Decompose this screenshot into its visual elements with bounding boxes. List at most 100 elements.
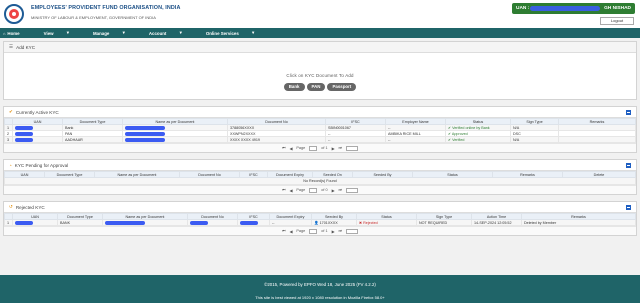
employer-cell: -- xyxy=(385,136,446,143)
next-page-icon[interactable]: ▶ xyxy=(332,146,335,151)
ifsc-cell xyxy=(237,219,270,226)
collapse-icon[interactable] xyxy=(626,205,631,210)
nav-home-label: Home xyxy=(7,30,20,36)
nav-view-label: View xyxy=(43,30,54,36)
nav-view[interactable]: View ▾ xyxy=(44,30,81,36)
redaction-mask xyxy=(125,131,165,136)
page-label: Page xyxy=(296,146,306,150)
add-pan-button[interactable]: PAN xyxy=(306,83,326,91)
nav-online-services[interactable]: Online Services ▾ xyxy=(206,30,266,36)
add-kyc-instruction: Click on KYC Document To Add xyxy=(286,73,354,78)
redaction-mask xyxy=(15,137,33,142)
table-row: 3 AADHAAR XXXX XXXX 4919 -- -- ✔ Verifie… xyxy=(4,136,636,143)
ministry-subtitle: MINISTRY OF LABOUR & EMPLOYMENT, GOVERNM… xyxy=(31,15,156,20)
page-size-select[interactable] xyxy=(345,228,358,234)
active-kyc-table: UAN Document Type Name as per Document D… xyxy=(4,118,636,143)
nav-home[interactable]: ⌂ Home xyxy=(3,31,32,36)
sign-type-cell: N/A xyxy=(510,136,559,143)
logout-button[interactable]: Logout xyxy=(600,17,634,25)
add-kyc-title: Add KYC xyxy=(16,44,36,50)
clock-icon: ◔ xyxy=(9,162,12,168)
prev-page-icon[interactable]: ◀ xyxy=(289,188,292,193)
last-page-icon[interactable]: ⏭ xyxy=(339,229,342,233)
pending-kyc-pager: ⏮ ◀ Page of 0 ▶ ⏭ xyxy=(4,185,636,194)
remarks-cell: Deleted by Member xyxy=(521,219,636,226)
sign-type-cell: NOT REQUIRED xyxy=(416,219,472,226)
status-text: Approved xyxy=(451,131,468,136)
page-size-select[interactable] xyxy=(345,145,358,151)
rejected-kyc-title: Rejected KYC xyxy=(15,204,45,210)
pending-kyc-title: KYC Pending for Approval xyxy=(14,162,69,168)
redaction-mask xyxy=(240,220,258,225)
name-cell xyxy=(102,219,188,226)
add-kyc-header: ☰ Add KYC xyxy=(4,42,636,53)
status-cell: ✖ Rejected xyxy=(356,219,417,226)
next-page-icon[interactable]: ▶ xyxy=(332,188,335,193)
prev-page-icon[interactable]: ◀ xyxy=(289,229,292,234)
prev-page-icon[interactable]: ◀ xyxy=(289,146,292,151)
seeded-by-cell: 👤 1701XXXX xyxy=(311,219,357,226)
active-kyc-header: ✔ Currently Active KYC xyxy=(4,107,636,118)
next-page-icon[interactable]: ▶ xyxy=(332,229,335,234)
nav-account-label: Account xyxy=(148,30,167,36)
member-name: GH NISHAD xyxy=(604,6,631,11)
active-kyc-pager: ⏮ ◀ Page of 1 ▶ ⏭ xyxy=(4,143,636,152)
caret-down-icon: ▾ xyxy=(66,30,70,35)
row-index: 1 xyxy=(4,219,13,226)
footer-copyright: ©2015, Powered by EPFO Wed 18, June 2025… xyxy=(264,282,376,287)
add-passport-button[interactable]: Passport xyxy=(327,83,357,91)
add-kyc-panel: ☰ Add KYC Click on KYC Document To Add B… xyxy=(3,41,637,100)
redaction-mask xyxy=(190,220,208,225)
rejected-kyc-header: ↺ Rejected KYC xyxy=(4,202,636,213)
redaction-mask xyxy=(530,6,600,11)
pending-kyc-panel: ◔ KYC Pending for Approval UAN Document … xyxy=(3,159,637,195)
page-input[interactable] xyxy=(309,145,318,151)
no-records-text: No Record(s) Found xyxy=(4,177,636,185)
page-size-select[interactable] xyxy=(345,187,358,193)
add-bank-button[interactable]: Bank xyxy=(283,83,305,91)
first-page-icon[interactable]: ⏮ xyxy=(282,188,285,192)
page-input[interactable] xyxy=(309,228,318,234)
add-kyc-body: Click on KYC Document To Add Bank PAN Pa… xyxy=(4,53,636,99)
list-icon: ☰ xyxy=(9,44,14,49)
org-title: EMPLOYEES' PROVIDENT FUND ORGANISATION, … xyxy=(31,5,181,11)
table-row: 1 BANK -- 👤 1701XXXX ✖ Rejected NOT REQU… xyxy=(4,219,636,226)
status-cell: ✔ Verified xyxy=(445,136,511,143)
footer-browser-note: This site is best viewed at 1920 x 1080 … xyxy=(255,295,385,300)
uan-label: UAN : xyxy=(516,6,530,11)
status-text: Verified xyxy=(452,137,465,142)
redaction-mask xyxy=(105,220,145,225)
remarks-cell xyxy=(558,136,636,143)
first-page-icon[interactable]: ⏮ xyxy=(282,229,285,233)
expiry-cell: -- xyxy=(269,219,312,226)
check-icon: ✔ xyxy=(9,109,13,114)
nav-manage[interactable]: Manage ▾ xyxy=(93,30,137,36)
uan-cell xyxy=(12,136,63,143)
doc-type-cell: AADHAAR xyxy=(62,136,123,143)
user-icon: 👤 xyxy=(314,220,319,225)
redaction-mask xyxy=(125,137,165,142)
page-label: Page xyxy=(296,188,306,192)
caret-down-icon: ▾ xyxy=(179,30,182,35)
ifsc-cell: -- xyxy=(325,136,386,143)
nav-account[interactable]: Account ▾ xyxy=(149,30,194,36)
doc-type-cell: BANK xyxy=(57,219,103,226)
page-count: of 1 xyxy=(321,229,328,233)
action-time-cell: 14-SEP-2024 12:05:52 xyxy=(471,219,522,226)
rejected-kyc-pager: ⏮ ◀ Page of 1 ▶ ⏭ xyxy=(4,226,636,235)
caret-down-icon: ▾ xyxy=(122,30,125,35)
page-input[interactable] xyxy=(309,187,318,193)
epfo-logo xyxy=(4,4,24,24)
footer: ©2015, Powered by EPFO Wed 18, June 2025… xyxy=(0,275,640,303)
last-page-icon[interactable]: ⏭ xyxy=(339,146,342,150)
first-page-icon[interactable]: ⏮ xyxy=(282,146,285,150)
collapse-icon[interactable] xyxy=(626,110,631,115)
active-kyc-title: Currently Active KYC xyxy=(15,109,59,115)
collapse-icon[interactable] xyxy=(626,163,631,168)
last-page-icon[interactable]: ⏭ xyxy=(339,188,342,192)
nav-manage-label: Manage xyxy=(93,30,110,36)
nav-online-services-label: Online Services xyxy=(205,30,239,36)
page-label: Page xyxy=(296,229,306,233)
doc-no-cell xyxy=(187,219,238,226)
row-index: 3 xyxy=(4,136,13,143)
